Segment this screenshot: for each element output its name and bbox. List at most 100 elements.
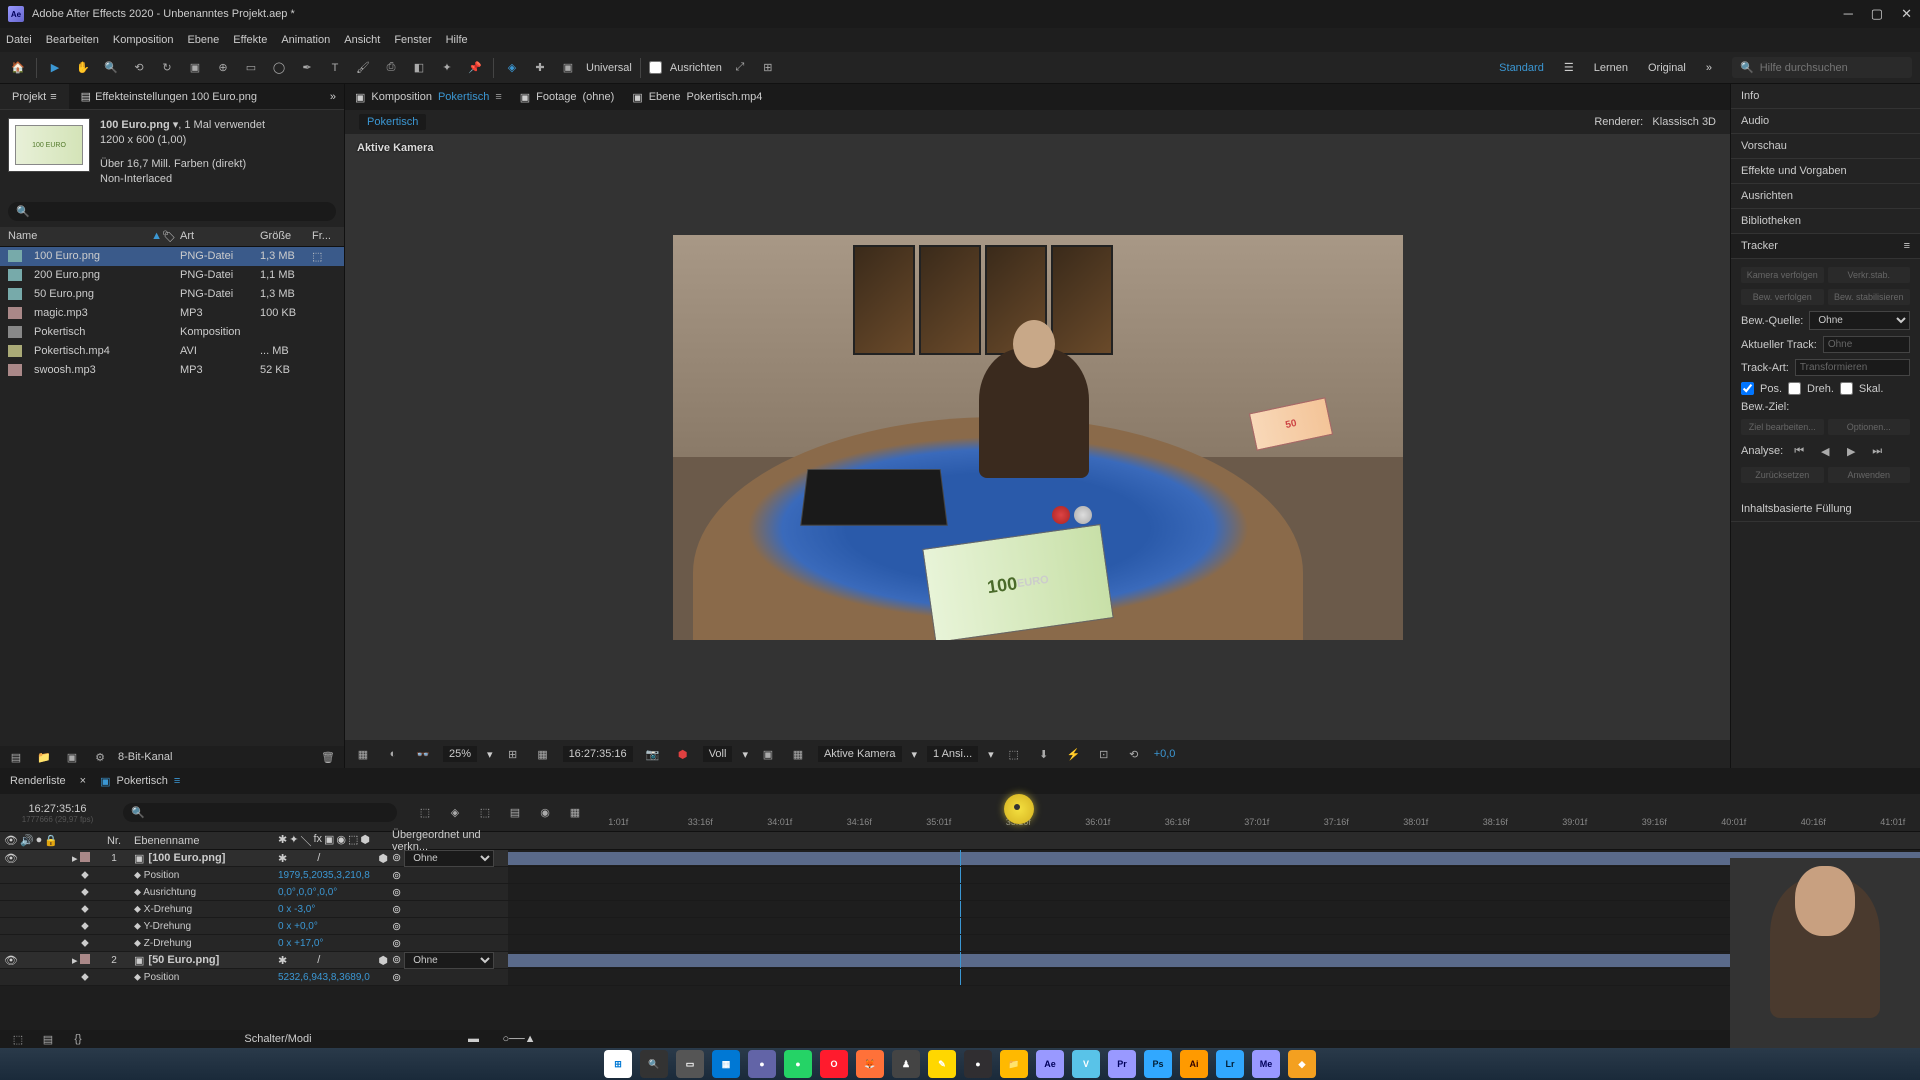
options-button[interactable]: Optionen... [1828, 419, 1911, 435]
tab-close-icon[interactable]: × [80, 775, 86, 787]
frame-blend-icon[interactable]: ▤ [505, 803, 525, 823]
toggle-switches-icon[interactable]: ⬚ [8, 1029, 28, 1049]
menu-ebene[interactable]: Ebene [187, 34, 219, 46]
view-axis-icon[interactable]: ▣ [558, 58, 578, 78]
zoom-tool[interactable]: 🔍 [101, 58, 121, 78]
taskbar-firefox[interactable]: 🦊 [856, 1050, 884, 1078]
taskbar-vegas[interactable]: V [1072, 1050, 1100, 1078]
snapshot-icon[interactable]: 📷 [643, 744, 663, 764]
menu-ansicht[interactable]: Ansicht [344, 34, 380, 46]
select-tool[interactable]: ▶ [45, 58, 65, 78]
taskbar-me[interactable]: Me [1252, 1050, 1280, 1078]
renderer-display[interactable]: Renderer: Klassisch 3D [1594, 116, 1716, 128]
rot-checkbox[interactable] [1788, 382, 1801, 395]
local-axis-icon[interactable]: ◈ [502, 58, 522, 78]
workspace-menu-icon[interactable]: ☰ [1564, 61, 1574, 74]
comp-tab[interactable]: ▣ Footage (ohne) [520, 91, 615, 104]
taskbar-explorer[interactable]: 📁 [1000, 1050, 1028, 1078]
panel-overflow-icon[interactable]: » [322, 91, 344, 103]
asset-row[interactable]: Pokertisch.mp4AVI... MB [0, 342, 344, 361]
text-tool[interactable]: T [325, 58, 345, 78]
analyze-back-icon[interactable]: ◀ [1815, 441, 1835, 461]
draft-icon[interactable]: ⬇ [1034, 744, 1054, 764]
roi-icon[interactable]: ▣ [758, 744, 778, 764]
guides-icon[interactable]: ▦ [533, 744, 553, 764]
label-column-icon[interactable]: 🏷 [162, 230, 180, 243]
menu-animation[interactable]: Animation [281, 34, 330, 46]
panel-section[interactable]: Ausrichten [1731, 184, 1920, 209]
stamp-tool[interactable]: ⎙ [381, 58, 401, 78]
apply-button[interactable]: Anwenden [1828, 467, 1911, 483]
project-tab[interactable]: Projekt ≡ [0, 84, 69, 109]
edit-target-button[interactable]: Ziel bearbeiten... [1741, 419, 1824, 435]
current-time-display[interactable]: 16:27:35:16 1777666 (29,97 fps) [0, 801, 115, 824]
taskbar-task[interactable]: ▭ [676, 1050, 704, 1078]
roto-tool[interactable]: ✦ [437, 58, 457, 78]
new-comp-icon[interactable]: ▣ [62, 747, 82, 767]
help-search[interactable]: 🔍 [1732, 57, 1912, 78]
taskbar-pr[interactable]: Pr [1108, 1050, 1136, 1078]
rect-tool[interactable]: ▭ [241, 58, 261, 78]
menu-effekte[interactable]: Effekte [233, 34, 267, 46]
world-axis-icon[interactable]: ✚ [530, 58, 550, 78]
scale-checkbox[interactable] [1840, 382, 1853, 395]
track-camera-button[interactable]: Kamera verfolgen [1741, 267, 1824, 283]
close-button[interactable]: ✕ [1901, 6, 1912, 22]
property-row[interactable]: ⬥⬥ Position1979,5,2035,3,210,8⊚ [0, 867, 1920, 884]
snap-options-icon[interactable]: ⤢ [730, 58, 750, 78]
track-motion-button[interactable]: Bew. verfolgen [1741, 289, 1824, 305]
snap-checkbox[interactable] [649, 61, 662, 74]
menu-fenster[interactable]: Fenster [394, 34, 431, 46]
bpc-icon[interactable]: ⚙ [90, 747, 110, 767]
taskbar-whatsapp[interactable]: ● [784, 1050, 812, 1078]
fast-preview-icon[interactable]: ⚡ [1064, 744, 1084, 764]
snap-grid-icon[interactable]: ⊞ [758, 58, 778, 78]
property-row[interactable]: ⬥⬥ X-Drehung0 x -3,0°⊚ [0, 901, 1920, 918]
taskbar-ps[interactable]: Ps [1144, 1050, 1172, 1078]
channel-icon[interactable]: ⬢ [673, 744, 693, 764]
glasses-icon[interactable]: 👓 [413, 744, 433, 764]
zoom-selector[interactable]: 25% [443, 746, 477, 762]
workspace-overflow-icon[interactable]: » [1706, 62, 1712, 74]
comp-tab[interactable]: ▣ Ebene Pokertisch.mp4 [632, 91, 762, 104]
exposure-value[interactable]: +0,0 [1154, 748, 1176, 760]
warp-stab-button[interactable]: Verkr.stab. [1828, 267, 1911, 283]
brush-tool[interactable]: 🖌 [353, 58, 373, 78]
property-row[interactable]: ⬥⬥ Y-Drehung0 x +0,0°⊚ [0, 918, 1920, 935]
motion-source-select[interactable]: Ohne [1809, 311, 1910, 330]
panel-section[interactable]: Vorschau [1731, 134, 1920, 159]
panel-section[interactable]: Effekte und Vorgaben [1731, 159, 1920, 184]
pen-tool[interactable]: ✒ [297, 58, 317, 78]
new-folder-icon[interactable]: 📁 [34, 747, 54, 767]
asset-row[interactable]: swoosh.mp3MP352 KB [0, 361, 344, 380]
viewport[interactable]: Aktive Kamera 100EURO 50 [345, 134, 1730, 740]
taskbar-teams[interactable]: ● [748, 1050, 776, 1078]
asset-row[interactable]: magic.mp3MP3100 KB [0, 304, 344, 323]
flowchart-icon[interactable]: ⟲ [1124, 744, 1144, 764]
puppet-tool[interactable]: 📌 [465, 58, 485, 78]
ellipse-tool[interactable]: ◯ [269, 58, 289, 78]
taskbar-ai[interactable]: Ai [1180, 1050, 1208, 1078]
composition-frame[interactable]: 100EURO 50 [673, 235, 1403, 640]
lock-switch-icon[interactable]: 🔒 [44, 834, 58, 847]
analyze-back-one-icon[interactable]: ⏮ [1789, 441, 1809, 461]
camera-selector[interactable]: Aktive Kamera [818, 746, 902, 762]
asset-row[interactable]: 200 Euro.pngPNG-Datei1,1 MB [0, 266, 344, 285]
taskbar-ae[interactable]: Ae [1036, 1050, 1064, 1078]
maximize-button[interactable]: ▢ [1871, 6, 1883, 22]
time-ruler[interactable]: 1:01f33:16f34:01f34:16f35:01f35:16f36:01… [595, 794, 1920, 831]
effect-settings-tab[interactable]: ▤ Effekteinstellungen 100 Euro.png [69, 84, 269, 109]
comp-tab[interactable]: ▣ Komposition Pokertisch ≡ [355, 91, 502, 104]
minimize-button[interactable]: ─ [1844, 6, 1853, 22]
3d-icon[interactable]: ⬚ [1004, 744, 1024, 764]
interpret-footage-icon[interactable]: ▤ [6, 747, 26, 767]
bpc-label[interactable]: 8-Bit-Kanal [118, 751, 172, 763]
sort-indicator-icon[interactable]: ▲ [151, 230, 162, 242]
taskbar-opera[interactable]: O [820, 1050, 848, 1078]
stabilize-motion-button[interactable]: Bew. stabilisieren [1828, 289, 1911, 305]
resolution-selector[interactable]: Voll [703, 746, 733, 762]
content-aware-fill-header[interactable]: Inhaltsbasierte Füllung [1731, 497, 1920, 522]
menu-komposition[interactable]: Komposition [113, 34, 174, 46]
workspace-selector[interactable]: Standard [1499, 62, 1544, 74]
mask-icon[interactable]: ◐ [383, 744, 403, 764]
